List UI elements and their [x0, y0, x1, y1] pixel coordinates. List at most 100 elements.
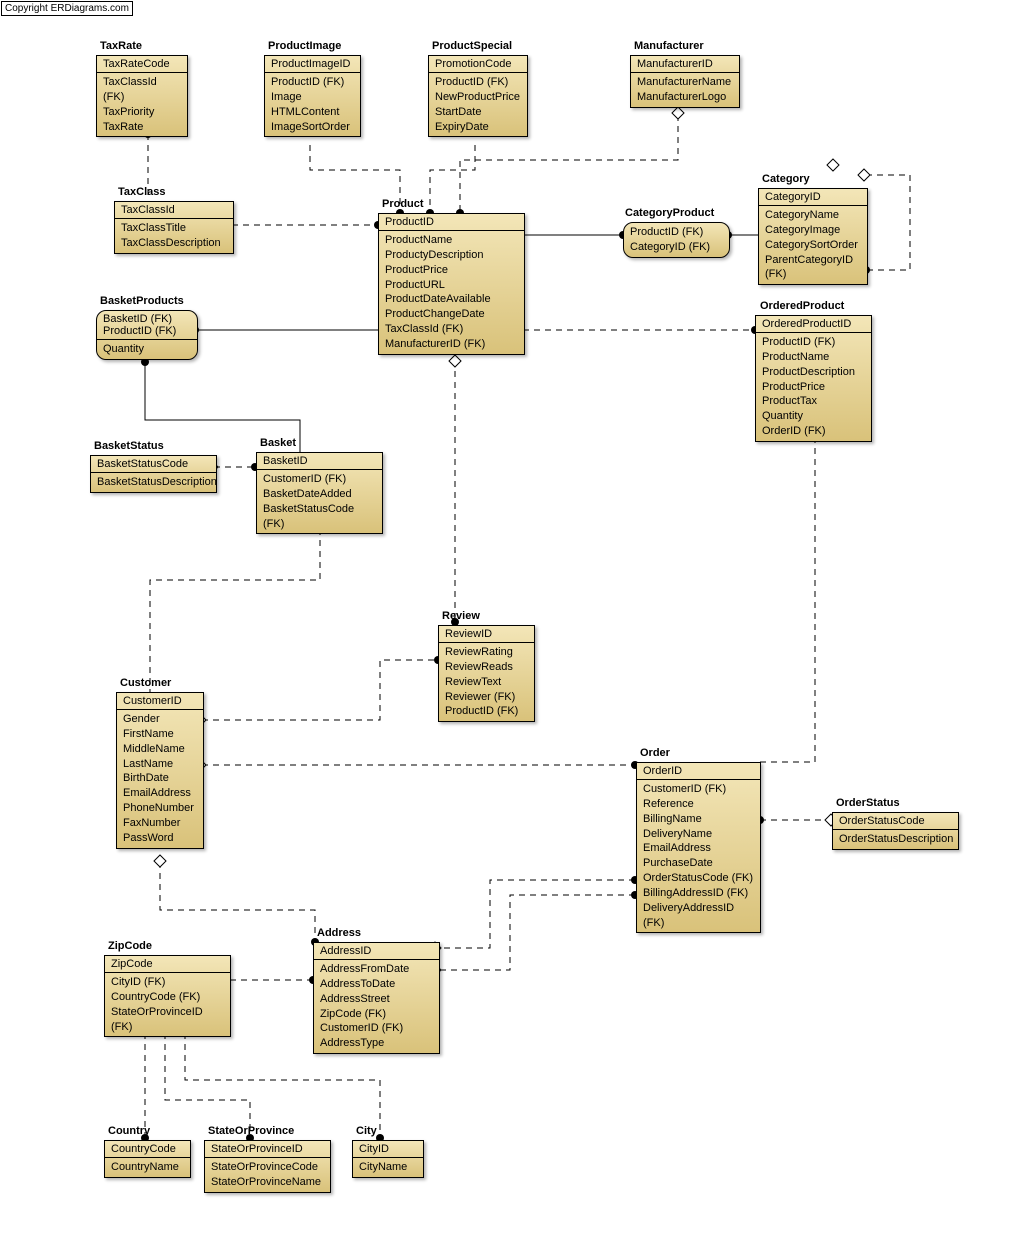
- entity-title-city: City: [356, 1125, 377, 1137]
- attr: CityID (FK): [111, 975, 224, 990]
- pk: ZipCode: [105, 956, 230, 973]
- attr: ZipCode (FK): [320, 1007, 433, 1022]
- entity-taxrate: TaxRateCode TaxClassId (FK) TaxPriority …: [96, 55, 188, 137]
- attr: PhoneNumber: [123, 801, 197, 816]
- entity-title-basket: Basket: [260, 437, 296, 449]
- attr: TaxClassId (FK): [385, 322, 518, 337]
- entity-title-customer: Customer: [120, 677, 171, 689]
- entity-title-category: Category: [762, 173, 810, 185]
- attr: FirstName: [123, 727, 197, 742]
- pk: CategoryID (FK): [630, 240, 723, 255]
- entity-stateorprovince: StateOrProvinceID StateOrProvinceCode St…: [204, 1140, 331, 1193]
- attr: ProductID (FK): [762, 335, 865, 350]
- entity-title-productimage: ProductImage: [268, 40, 341, 52]
- entity-product: ProductID ProductName ProductyDescriptio…: [378, 213, 525, 355]
- attr: ProductName: [762, 350, 865, 365]
- attr: CategoryName: [765, 208, 861, 223]
- entity-productspecial: PromotionCode ProductID (FK) NewProductP…: [428, 55, 528, 137]
- entity-title-taxrate: TaxRate: [100, 40, 142, 52]
- entity-title-review: Review: [442, 610, 480, 622]
- attr: AddressStreet: [320, 992, 433, 1007]
- attr: ProductDescription: [762, 365, 865, 380]
- entity-title-basketstatus: BasketStatus: [94, 440, 164, 452]
- entity-title-taxclass: TaxClass: [118, 186, 166, 198]
- entity-customer: CustomerID Gender FirstName MiddleName L…: [116, 692, 204, 849]
- attr: ManufacturerLogo: [637, 90, 733, 105]
- attr: TaxPriority: [103, 105, 181, 120]
- pk: ProductImageID: [265, 56, 360, 73]
- entity-basketproducts: BasketID (FK) ProductID (FK) Quantity: [96, 310, 198, 360]
- attr: ReviewRating: [445, 645, 528, 660]
- pk: ReviewID: [439, 626, 534, 643]
- entity-title-categoryproduct: CategoryProduct: [625, 207, 714, 219]
- entity-title-product: Product: [382, 198, 424, 210]
- attr: ProductPrice: [762, 380, 865, 395]
- entity-orderstatus: OrderStatusCode OrderStatusDescription: [832, 812, 959, 850]
- attr: OrderStatusDescription: [839, 832, 952, 847]
- attr: ProductURL: [385, 278, 518, 293]
- entity-title-zipcode: ZipCode: [108, 940, 152, 952]
- attr: CountryName: [111, 1160, 184, 1175]
- pk: PromotionCode: [429, 56, 527, 73]
- attr: DeliveryName: [643, 827, 754, 842]
- attr: ReviewText: [445, 675, 528, 690]
- pk: ProductID: [379, 214, 524, 231]
- entity-order: OrderID CustomerID (FK) Reference Billin…: [636, 762, 761, 933]
- attr: OrderStatusCode (FK): [643, 871, 754, 886]
- attr: OrderID (FK): [762, 424, 865, 439]
- entity-title-order: Order: [640, 747, 670, 759]
- attr: TaxClassDescription: [121, 236, 227, 251]
- attr: ImageSortOrder: [271, 120, 354, 135]
- pk: BasketID (FK): [103, 313, 191, 325]
- attr: MiddleName: [123, 742, 197, 757]
- entity-productimage: ProductImageID ProductID (FK) Image HTML…: [264, 55, 361, 137]
- entity-categoryproduct: ProductID (FK) CategoryID (FK): [623, 222, 730, 258]
- entity-title-basketproducts: BasketProducts: [100, 295, 184, 307]
- attr: HTMLContent: [271, 105, 354, 120]
- pk: CityID: [353, 1141, 423, 1158]
- pk: OrderID: [637, 763, 760, 780]
- attr: Gender: [123, 712, 197, 727]
- pk: AddressID: [314, 943, 439, 960]
- attr: LastName: [123, 757, 197, 772]
- attr: BasketStatusCode (FK): [263, 502, 376, 532]
- attr: BillingAddressID (FK): [643, 886, 754, 901]
- pk: CustomerID: [117, 693, 203, 710]
- entity-basket: BasketID CustomerID (FK) BasketDateAdded…: [256, 452, 383, 534]
- entity-category: CategoryID CategoryName CategoryImage Ca…: [758, 188, 868, 285]
- attr: Quantity: [103, 342, 191, 357]
- attr: StateOrProvinceName: [211, 1175, 324, 1190]
- attr: CustomerID (FK): [643, 782, 754, 797]
- attr: BasketDateAdded: [263, 487, 376, 502]
- attr: NewProductPrice: [435, 90, 521, 105]
- attr: PurchaseDate: [643, 856, 754, 871]
- attr: FaxNumber: [123, 816, 197, 831]
- attr: ProductName: [385, 233, 518, 248]
- entity-title-orderedproduct: OrderedProduct: [760, 300, 844, 312]
- entity-address: AddressID AddressFromDate AddressToDate …: [313, 942, 440, 1054]
- attr: BirthDate: [123, 771, 197, 786]
- pk: OrderedProductID: [756, 316, 871, 333]
- attr: EmailAddress: [123, 786, 197, 801]
- attr: Reference: [643, 797, 754, 812]
- entity-taxclass: TaxClassId TaxClassTitle TaxClassDescrip…: [114, 201, 234, 254]
- attr: StateOrProvinceCode: [211, 1160, 324, 1175]
- attr: StateOrProvinceID (FK): [111, 1005, 224, 1035]
- entity-title-orderstatus: OrderStatus: [836, 797, 900, 809]
- entity-title-country: Country: [108, 1125, 150, 1137]
- attr: ManufacturerID (FK): [385, 337, 518, 352]
- attr: CityName: [359, 1160, 417, 1175]
- attr: ProductID (FK): [445, 704, 528, 719]
- attr: TaxRate: [103, 120, 181, 135]
- pk: ManufacturerID: [631, 56, 739, 73]
- attr: StartDate: [435, 105, 521, 120]
- attr: ParentCategoryID (FK): [765, 253, 861, 283]
- attr: CategorySortOrder: [765, 238, 861, 253]
- entity-manufacturer: ManufacturerID ManufacturerName Manufact…: [630, 55, 740, 108]
- pk: CategoryID: [759, 189, 867, 206]
- entity-zipcode: ZipCode CityID (FK) CountryCode (FK) Sta…: [104, 955, 231, 1037]
- attr: CustomerID (FK): [320, 1021, 433, 1036]
- attr: DeliveryAddressID (FK): [643, 901, 754, 931]
- attr: AddressFromDate: [320, 962, 433, 977]
- attr: Reviewer (FK): [445, 690, 528, 705]
